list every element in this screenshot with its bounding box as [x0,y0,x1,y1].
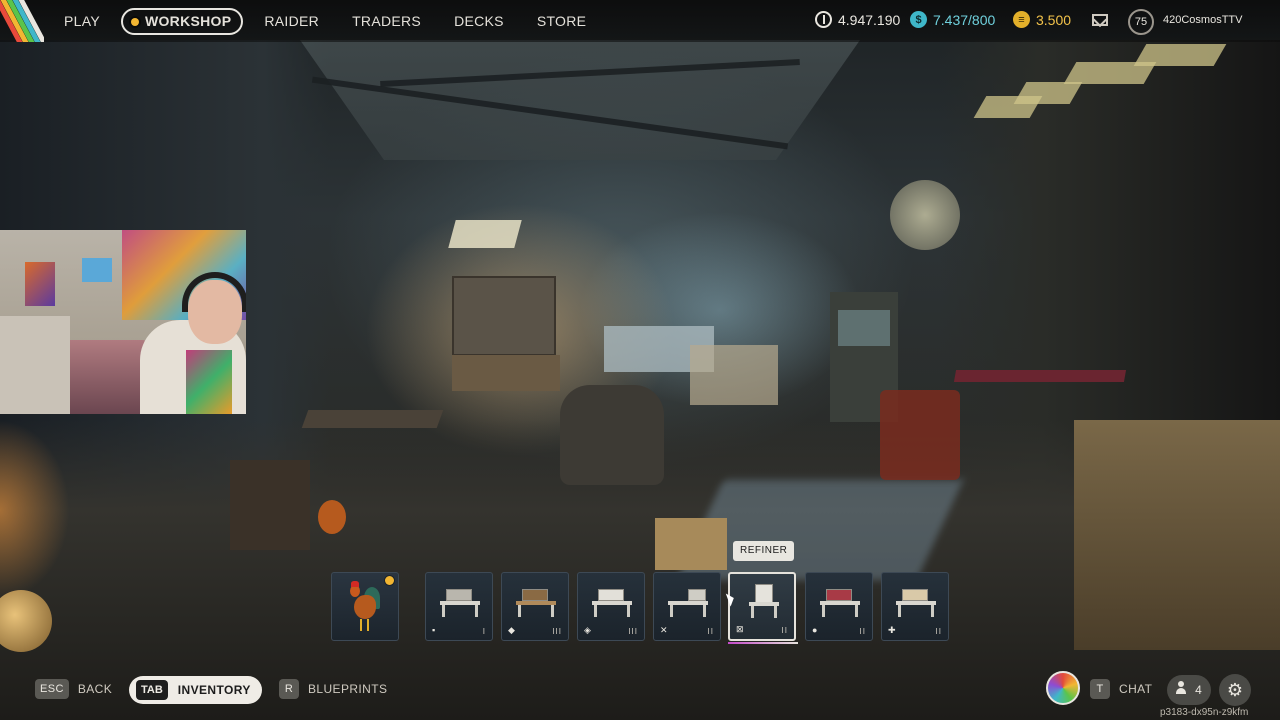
party-avatar-icon[interactable] [1046,671,1080,705]
webcam-shirt [186,350,232,414]
creds-icon: $ [910,11,927,28]
slot-tier: III [628,627,638,636]
inventory-label: INVENTORY [177,683,251,697]
blueprints-button[interactable]: R BLUEPRINTS [279,679,387,699]
nav-raider[interactable]: RAIDER [252,9,331,34]
slot-type-icon: ◆ [508,625,515,635]
nav-decks[interactable]: DECKS [442,9,516,34]
nav-play[interactable]: PLAY [52,9,112,34]
main-nav: PLAY WORKSHOP RAIDER TRADERS DECKS STORE [52,8,607,35]
settings-gear-icon[interactable]: ⚙ [1219,674,1251,706]
lab-desk [690,345,778,405]
shelf-unit [452,276,556,356]
shield-icon [592,589,632,617]
esc-key: ESC [35,679,69,699]
t-key: T [1090,679,1110,699]
nav-workshop-label: WORKSHOP [144,13,232,29]
r-key: R [279,679,299,699]
webcam-overlay [0,230,246,414]
hotbar-tooltip: REFINER [733,541,795,561]
slot-tier: II [859,627,866,636]
back-label: BACK [77,682,113,696]
workbench-back [452,355,560,391]
bench-icon [440,589,480,617]
creds-value: 7.437/800 [933,11,996,28]
raider-token-icon [815,11,832,28]
armchair [560,385,664,485]
rooster-figure [318,500,346,534]
player-username[interactable]: 420CosmosTTV [1163,14,1242,26]
chat-label: CHAT [1119,682,1153,696]
raider-tokens-value: 4.947.190 [838,11,901,28]
hotbar-slot-workbench[interactable]: ▪ I [425,572,493,641]
slot-type-icon: ✚ [888,625,896,635]
left-bench [301,410,444,428]
blueprints-label: BLUEPRINTS [308,682,388,696]
skylight [1133,44,1227,66]
player-level-badge[interactable]: 75 [1128,9,1154,35]
coins-icon: ≡ [1013,11,1030,28]
rooster-leg [367,619,369,631]
brand-stripes-icon [0,0,44,42]
slot-type-icon: ▪ [432,625,436,635]
hanging-light [448,220,522,248]
webcam-wall-poster [25,262,55,306]
hotbar-slot-explosives[interactable]: ✕ II [653,572,721,641]
rooster-comb [351,581,359,587]
upgrade-badge-icon [385,576,394,585]
hotbar-slot-gunsmith[interactable]: ◆ III [501,572,569,641]
crate-left [230,460,310,550]
webcam-wall-poster [82,258,112,282]
coins-display[interactable]: ≡ 3.500 [1013,11,1071,28]
slot-type-icon: ● [812,625,818,635]
coins-value: 3.500 [1036,11,1072,28]
nav-store[interactable]: STORE [525,9,598,34]
hotbar-slot-gear-bench[interactable]: ◈ III [577,572,645,641]
slot-type-icon: ⊠ [736,624,744,634]
slot-type-icon: ✕ [660,625,668,635]
rooster-leg [360,619,362,631]
slot-tier: II [935,627,942,636]
nav-workshop[interactable]: WORKSHOP [120,8,244,35]
chat-button[interactable]: T CHAT [1090,679,1152,699]
hotbar-slot-refiner[interactable]: ⊠ II [728,572,796,641]
creds-display[interactable]: $ 7.437/800 [910,11,995,28]
slot-tier: II [707,627,714,636]
hotbar-slot-medical[interactable]: ✚ II [881,572,949,641]
slot-tier: II [781,626,788,635]
red-table [953,370,1127,382]
surgery-lamp [890,180,960,250]
friends-count: 4 [1195,683,1202,697]
friends-icon [1176,681,1190,695]
pot-icon [820,589,860,617]
rooster-body [354,595,376,619]
tab-key: TAB [136,680,168,700]
hotbar-slot-utility[interactable]: ● II [805,572,873,641]
warm-lamp-glow [0,420,70,600]
wrench-icon [516,589,556,617]
webcam-cat-tree [0,316,70,414]
box-crate [655,518,727,570]
inbox-icon[interactable] [1092,14,1108,26]
friends-button[interactable]: 4 [1167,675,1211,705]
plus-icon [896,589,936,617]
nav-traders[interactable]: TRADERS [340,9,433,34]
back-button[interactable]: ESC BACK [35,679,112,699]
slot-tier: I [482,627,486,636]
slot-type-icon: ◈ [584,625,591,635]
selected-slot-underline [728,642,798,644]
inventory-button[interactable]: TAB INVENTORY [129,676,262,704]
slot-tier: III [552,627,562,636]
right-crate [1074,420,1280,650]
cross-tools-icon [668,589,708,617]
raider-tokens-display[interactable]: 4.947.190 [815,11,900,28]
top-nav-bar: PLAY WORKSHOP RAIDER TRADERS DECKS STORE… [0,0,1280,42]
hotbar-slot-rooster[interactable] [331,572,399,641]
refiner-icon [744,584,784,618]
red-chair [880,390,960,480]
notification-dot-icon [130,17,139,26]
tv-screen [838,310,890,346]
session-id: p3183-dx95n-z9kfm [1160,707,1249,718]
